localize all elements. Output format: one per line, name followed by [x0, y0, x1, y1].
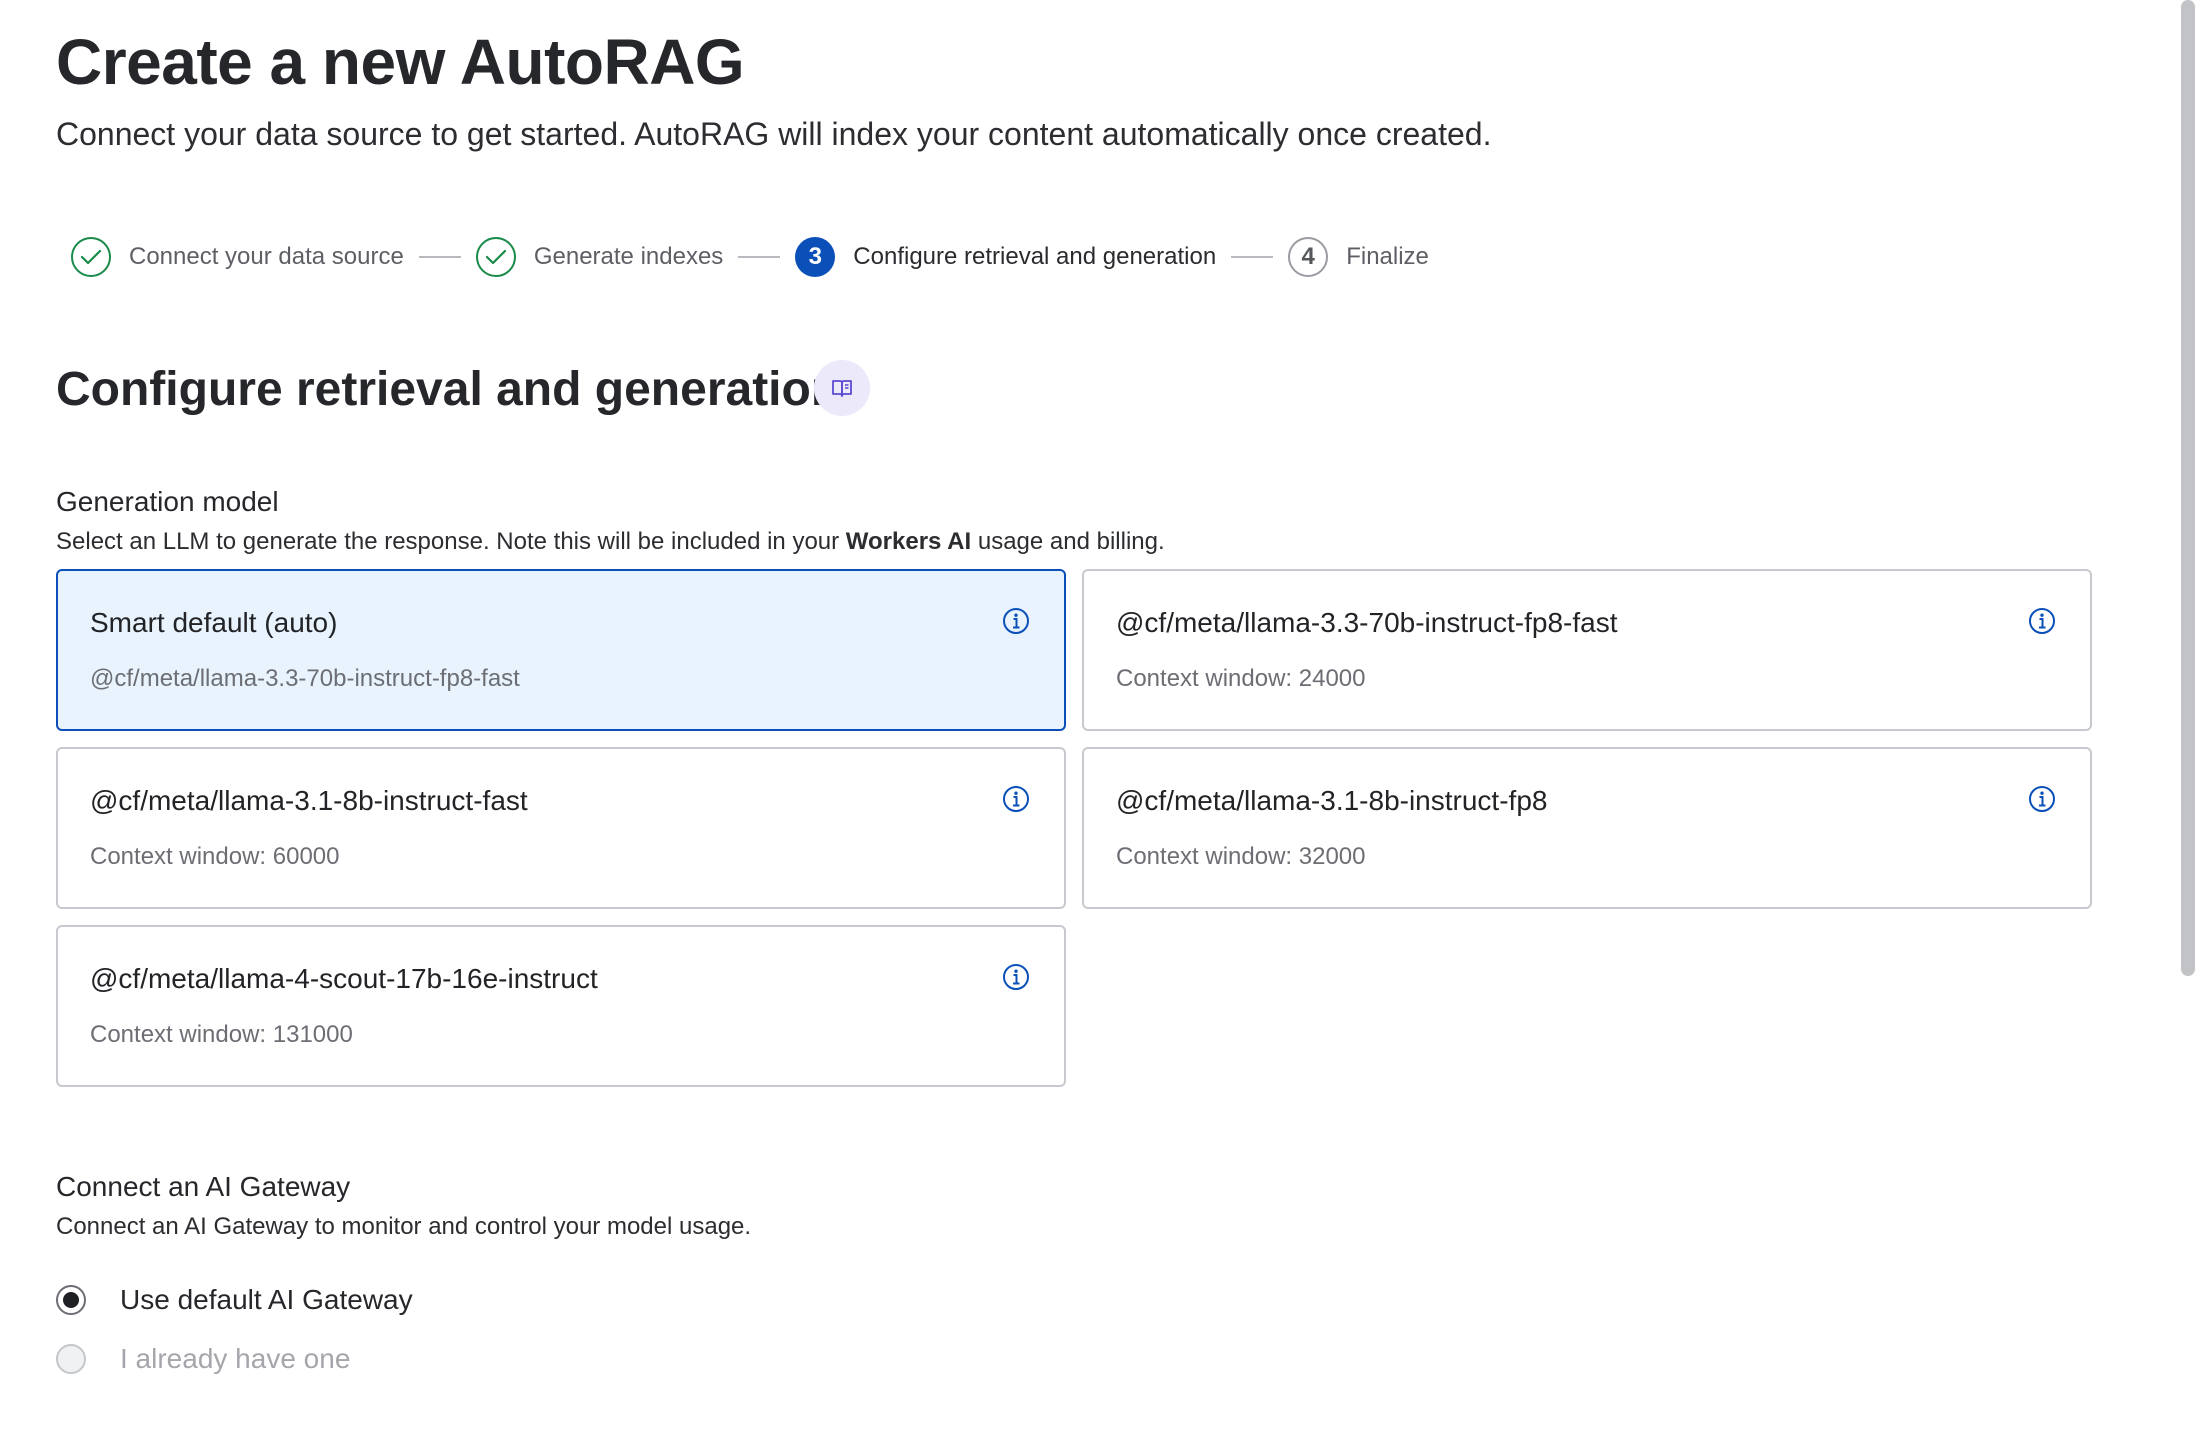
step-connector — [418, 256, 461, 258]
model-option-llama-3-3-70b[interactable]: @cf/meta/llama-3.3-70b-instruct-fp8-fast… — [1082, 569, 2092, 731]
info-icon[interactable] — [1002, 607, 1030, 635]
model-context-window: Context window: 131000 — [90, 1021, 353, 1048]
radio-button[interactable] — [56, 1344, 86, 1374]
step-label: Finalize — [1346, 243, 1429, 270]
check-icon — [71, 237, 111, 277]
radio-existing-gateway[interactable]: I already have one — [56, 1343, 350, 1375]
step-finalize[interactable]: 4 Finalize — [1288, 237, 1429, 277]
model-option-llama-3-1-8b-fp8[interactable]: @cf/meta/llama-3.1-8b-instruct-fp8 Conte… — [1082, 747, 2092, 909]
radio-label: I already have one — [120, 1343, 351, 1374]
step-configure-retrieval[interactable]: 3 Configure retrieval and generation — [795, 237, 1216, 277]
model-option-smart-default[interactable]: Smart default (auto) @cf/meta/llama-3.3-… — [56, 569, 1066, 731]
step-number: 4 — [1288, 237, 1329, 277]
stepper: Connect your data source Generate indexe… — [71, 234, 1429, 280]
info-icon[interactable] — [1002, 785, 1030, 813]
radio-button[interactable] — [56, 1285, 86, 1315]
model-name: @cf/meta/llama-3.1-8b-instruct-fast — [90, 785, 528, 816]
model-context-window: Context window: 24000 — [1116, 665, 1366, 692]
model-name: @cf/meta/llama-3.3-70b-instruct-fp8-fast — [1116, 607, 1618, 638]
step-connector — [1231, 256, 1274, 258]
step-label: Generate indexes — [533, 243, 724, 270]
model-context-window: Context window: 32000 — [1116, 843, 1366, 870]
model-context-window: Context window: 60000 — [90, 843, 340, 870]
model-name: @cf/meta/llama-4-scout-17b-16e-instruct — [90, 963, 598, 994]
model-option-llama-3-1-8b-fast[interactable]: @cf/meta/llama-3.1-8b-instruct-fast Cont… — [56, 747, 1066, 909]
info-icon[interactable] — [2028, 607, 2056, 635]
step-number: 3 — [795, 237, 836, 277]
info-icon[interactable] — [1002, 963, 1030, 991]
step-label: Connect your data source — [129, 243, 404, 270]
generation-model-label: Generation model — [56, 486, 279, 517]
page-title: Create a new AutoRAG — [56, 26, 745, 98]
step-connect-data-source[interactable]: Connect your data source — [71, 237, 404, 277]
scrollbar-thumb[interactable] — [2181, 0, 2195, 976]
page-subtitle: Connect your data source to get started.… — [56, 116, 1492, 152]
step-generate-indexes[interactable]: Generate indexes — [475, 237, 724, 277]
model-name: @cf/meta/llama-3.1-8b-instruct-fp8 — [1116, 785, 1548, 816]
section-title: Configure retrieval and generation — [56, 363, 841, 416]
generation-model-help: Select an LLM to generate the response. … — [56, 528, 1165, 555]
step-connector — [738, 256, 781, 258]
radio-use-default-gateway[interactable]: Use default AI Gateway — [56, 1284, 413, 1316]
info-icon[interactable] — [2028, 785, 2056, 813]
check-icon — [475, 237, 516, 277]
model-option-llama-4-scout[interactable]: @cf/meta/llama-4-scout-17b-16e-instruct … — [56, 925, 1066, 1087]
book-icon — [832, 380, 852, 397]
step-label: Configure retrieval and generation — [853, 243, 1217, 270]
model-subtext: @cf/meta/llama-3.3-70b-instruct-fp8-fast — [90, 665, 520, 692]
docs-button[interactable] — [814, 360, 870, 416]
ai-gateway-label: Connect an AI Gateway — [56, 1171, 351, 1202]
model-name: Smart default (auto) — [90, 607, 338, 638]
radio-label: Use default AI Gateway — [120, 1284, 413, 1315]
ai-gateway-help: Connect an AI Gateway to monitor and con… — [56, 1213, 752, 1240]
